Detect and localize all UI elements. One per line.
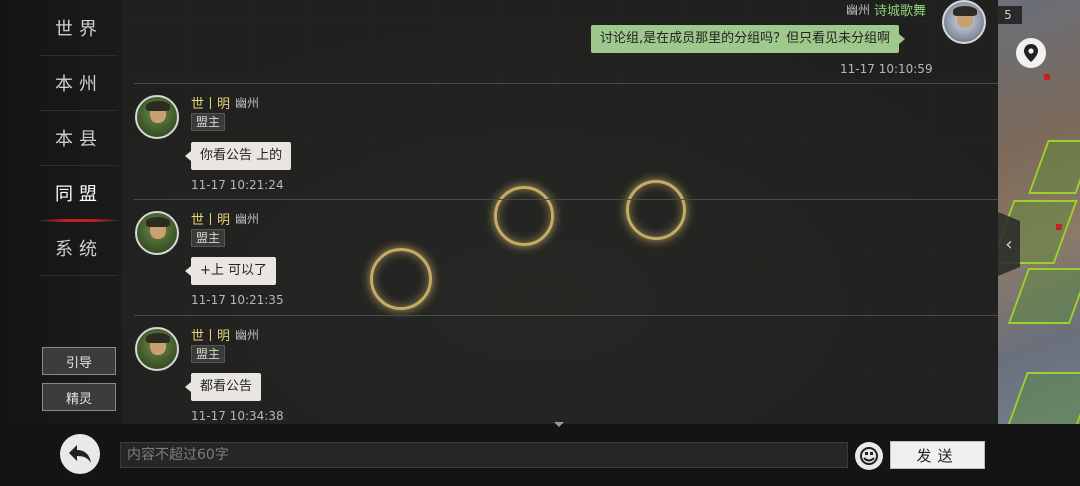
tab-world[interactable]: 世界 (40, 0, 118, 56)
territory-tile (1005, 372, 1080, 432)
emoji-icon[interactable] (855, 442, 883, 470)
sender-avatar[interactable] (135, 327, 179, 371)
send-button[interactable]: 发送 (890, 441, 985, 469)
tab-county[interactable]: 本县 (40, 110, 118, 166)
message-time: 11-17 10:34:38 (191, 409, 284, 423)
role-badge: 盟主 (191, 113, 226, 131)
tab-state[interactable]: 本州 (40, 55, 118, 111)
my-message-bubble: 讨论组,是在成员那里的分组吗？但只看见未分组啊 (591, 25, 906, 53)
top-counter: 5 (994, 6, 1022, 24)
tab-system[interactable]: 系统 (40, 220, 118, 276)
sender-avatar[interactable] (135, 211, 179, 255)
territory-tile (1028, 140, 1080, 194)
message-bubble: +上 可以了 (184, 257, 277, 285)
chevron-left-icon[interactable]: ‹ (998, 212, 1020, 276)
message-bubble: 都看公告 (184, 373, 262, 401)
channel-sidebar: 世界 本州 本县 同盟 系统 引导 精灵 (0, 0, 122, 424)
guide-button[interactable]: 引导 (42, 347, 116, 375)
map-marker (1044, 74, 1050, 80)
message-bubble: 你看公告 上的 (184, 142, 292, 170)
message-time: 11-17 10:21:24 (191, 178, 284, 192)
role-badge: 盟主 (191, 345, 226, 363)
chat-panel: 幽州 诗城歌舞 讨论组,是在成员那里的分组吗？但只看见未分组啊 11-17 10… (122, 0, 998, 424)
glow-ring-effect (370, 248, 432, 310)
my-region: 幽州 (846, 3, 871, 17)
map-marker (1056, 224, 1062, 230)
message-divider (134, 199, 998, 200)
glow-ring-effect (494, 186, 554, 246)
my-avatar[interactable] (942, 0, 986, 44)
tab-alliance[interactable]: 同盟 (40, 165, 118, 222)
sprite-button[interactable]: 精灵 (42, 383, 116, 411)
sender-name[interactable]: 世丨明 (191, 209, 230, 228)
message-divider (134, 315, 998, 316)
message-divider (134, 83, 998, 84)
sender-name[interactable]: 世丨明 (191, 93, 230, 112)
role-badge: 盟主 (191, 229, 226, 247)
sender-region: 幽州 (235, 328, 260, 342)
location-pin-icon[interactable] (1016, 38, 1046, 68)
sender-region: 幽州 (235, 212, 260, 226)
my-message-time: 11-17 10:10:59 (840, 62, 933, 76)
glow-ring-effect (626, 180, 686, 240)
sender-name[interactable]: 世丨明 (191, 325, 230, 344)
back-arrow-icon[interactable] (60, 434, 100, 474)
caret-down-icon (554, 422, 564, 427)
sender-avatar[interactable] (135, 95, 179, 139)
my-name: 诗城歌舞 (874, 4, 927, 19)
message-time: 11-17 10:21:35 (191, 293, 284, 307)
territory-tile (1007, 268, 1080, 324)
message-input[interactable] (120, 442, 848, 468)
sender-region: 幽州 (235, 96, 260, 110)
